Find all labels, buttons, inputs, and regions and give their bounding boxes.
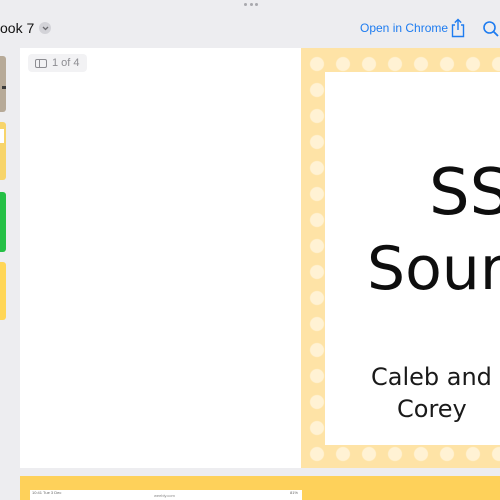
- page-thumbnail-2[interactable]: [0, 122, 6, 180]
- mini-status-left: 10:41 Tue 3 Dec: [32, 490, 62, 495]
- search-icon[interactable]: [482, 20, 500, 38]
- slide-title-line-2: Sour: [367, 234, 500, 304]
- page-thumbnail-3[interactable]: [0, 192, 6, 252]
- page-thumbnail-1[interactable]: [0, 56, 6, 112]
- share-icon[interactable]: [450, 18, 466, 38]
- document-title-menu[interactable]: ook 7: [0, 19, 52, 37]
- chevron-down-icon[interactable]: [39, 22, 52, 34]
- next-page-preview: 10:41 Tue 3 Dec weebly.com 81%: [20, 476, 500, 500]
- more-dots-icon[interactable]: [244, 3, 258, 7]
- mini-url: weebly.com: [154, 493, 175, 498]
- document-title: ook 7: [0, 20, 35, 36]
- sidebar-toggle-icon: [35, 58, 47, 68]
- document-page-blank: [20, 48, 301, 468]
- slide-author-line-1: Caleb and: [371, 363, 492, 391]
- open-in-chrome-button[interactable]: Open in Chrome: [360, 21, 448, 35]
- slide-title-line-1: SS: [429, 156, 500, 230]
- slide-page: SS Sour Caleb and Corey: [301, 48, 500, 468]
- page-thumbnail-4[interactable]: [0, 262, 6, 320]
- page-counter[interactable]: 1 of 4: [28, 54, 87, 72]
- page-counter-label: 1 of 4: [52, 57, 80, 69]
- embedded-screenshot: 10:41 Tue 3 Dec weebly.com 81%: [30, 490, 302, 500]
- mini-status-right: 81%: [289, 490, 298, 495]
- slide-author-line-2: Corey: [397, 395, 467, 423]
